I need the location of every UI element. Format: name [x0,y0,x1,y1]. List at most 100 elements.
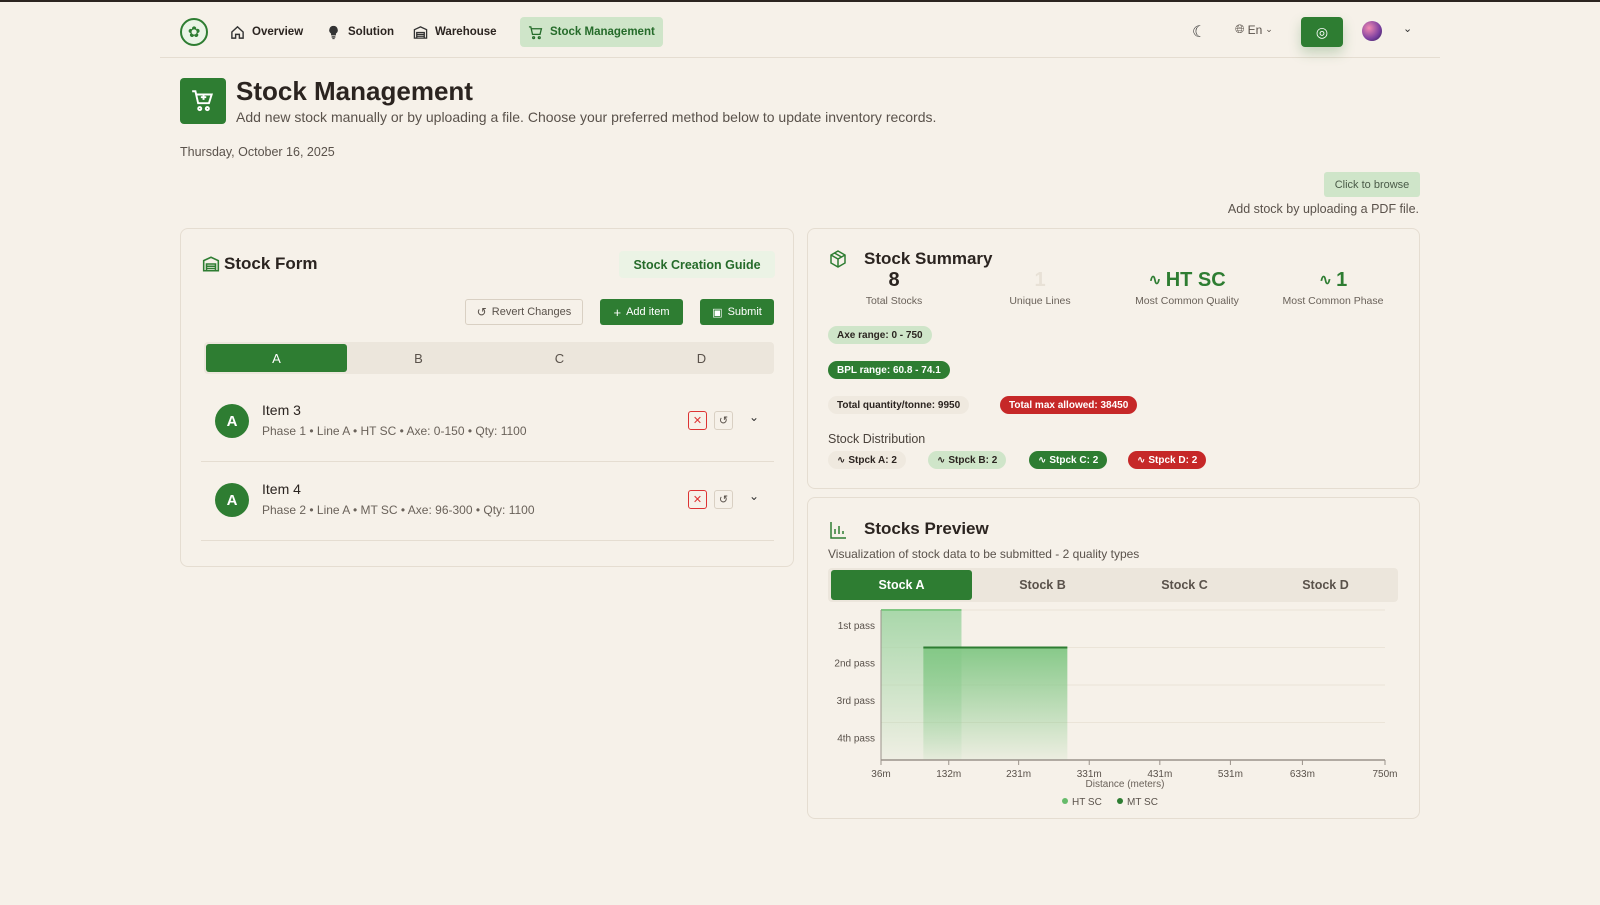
x-tick-label: 132m [936,769,961,780]
nav-overview-label: Overview [252,26,304,38]
stat-label: Total Stocks [865,295,923,307]
nav-warehouse-label: Warehouse [435,26,497,38]
distribution-text: Stpck A: 2 [848,454,897,466]
form-tab-b[interactable]: B [348,344,489,372]
bar-mt-sc [923,647,1068,760]
dark-mode-icon[interactable]: ☾ [1192,22,1206,42]
stat-common-quality: ∿ HT SC Most Common Quality [1114,267,1260,308]
x-tick-label: 531m [1218,769,1243,780]
preview-tab-stock-b[interactable]: Stock B [972,570,1113,600]
stat-value-wrap: ∿ HT SC [1114,267,1260,293]
stock-creation-guide-button[interactable]: Stock Creation Guide [619,251,775,278]
preview-tab-stock-c[interactable]: Stock C [1114,570,1255,600]
item-avatar: A [215,483,249,517]
activity-icon: ∿ [1038,454,1047,466]
y-tick-label: 1st pass [838,621,875,632]
legend-label: HT SC [1072,797,1102,808]
distribution-badge-b: ∿ Stpck B: 2 [928,451,1007,469]
current-date: Thursday, October 16, 2025 [180,145,335,159]
plus-icon: + [613,304,622,320]
cart-plus-icon [192,90,213,112]
globe-icon: 🌐︎ [1235,22,1245,36]
stat-value-wrap: ∿ 1 [1260,267,1406,293]
stock-form-card: Stock Form Stock Creation Guide ↺ Revert… [180,228,794,567]
undo-item-icon[interactable]: ↺ [714,411,733,430]
stocks-preview-card: Stocks Preview Visualization of stock da… [807,497,1420,819]
assistant-button[interactable]: ◎ [1301,17,1343,47]
warehouse-icon [413,25,428,39]
chevron-down-icon[interactable]: ⌄ [749,410,759,424]
legend-swatch [1117,798,1123,804]
upload-hint: Add stock by uploading a PDF file. [1227,202,1419,216]
add-item-button[interactable]: + Add item [600,299,683,325]
preview-tab-stock-d[interactable]: Stock D [1255,570,1396,600]
stat-common-phase: ∿ 1 Most Common Phase [1260,267,1406,308]
legend-swatch [1062,798,1068,804]
language-selector[interactable]: 🌐︎ En ⌄ [1235,22,1273,37]
y-tick-label: 3rd pass [837,696,875,707]
y-tick-label: 2nd pass [834,659,875,670]
activity-icon: ∿ [837,454,846,466]
distribution-badge-d: ∿ Stpck D: 2 [1128,451,1207,469]
nav-solution-label: Solution [348,26,394,38]
nav-stock-management[interactable]: Stock Management [520,17,663,47]
submit-button[interactable]: ▣ Submit [700,299,774,325]
distribution-text: Stpck D: 2 [1148,454,1198,466]
item-name: Item 4 [262,481,301,497]
palette-icon: ◎ [1315,23,1329,40]
stat-total-stocks: 8 Total Stocks [821,267,967,308]
form-tab-d[interactable]: D [631,344,772,372]
distribution-badge-c: ∿ Stpck C: 2 [1029,451,1108,469]
undo-item-icon[interactable]: ↺ [714,490,733,509]
nav-stock-management-label: Stock Management [550,26,655,38]
account-menu-chevron-icon[interactable]: ⌄ [1403,22,1412,35]
stat-label: Most Common Phase [1282,295,1384,307]
stocks-preview-title: Stocks Preview [864,519,989,538]
home-icon [231,25,244,39]
stocks-chart: 1st pass 2nd pass 3rd pass 4th pass 36m 132m 2… [834,609,1398,808]
user-avatar[interactable] [1362,21,1382,41]
x-tick-label: 750m [1372,769,1397,780]
axe-range-badge: Axe range: 0 - 750 [828,326,932,344]
language-label: En [1247,22,1263,37]
form-tab-c[interactable]: C [489,344,630,372]
form-tab-a[interactable]: A [206,344,347,372]
stat-label: Most Common Quality [1135,295,1239,307]
distribution-text: Stpck B: 2 [948,454,998,466]
delete-item-icon[interactable]: ✕ [688,411,707,430]
save-icon: ▣ [712,306,723,319]
distribution-text: Stpck C: 2 [1049,454,1099,466]
submit-label: Submit [727,306,762,318]
x-tick-label: 231m [1006,769,1031,780]
nav-overview[interactable]: Overview [222,17,311,47]
cart-icon [528,25,543,39]
chart-icon [830,522,846,539]
preview-tab-stock-a[interactable]: Stock A [831,570,972,600]
nav-solution[interactable]: Solution [318,17,402,47]
revert-changes-button[interactable]: ↺ Revert Changes [465,299,583,325]
delete-item-icon[interactable]: ✕ [688,490,707,509]
list-item[interactable]: A Item 4 Phase 2 • Line A • MT SC • Axe:… [201,462,774,541]
chevron-down-icon: ⌄ [1265,24,1273,34]
lightbulb-icon [329,25,338,39]
activity-icon: ∿ [1137,454,1146,466]
item-meta: Phase 1 • Line A • HT SC • Axe: 0-150 • … [262,424,527,438]
activity-icon: ∿ [937,454,946,466]
page-header-icon [180,78,226,124]
y-tick-label: 4th pass [837,734,875,745]
total-max-badge: Total max allowed: 38450 [1000,396,1138,414]
bpl-range-badge: BPL range: 60.8 - 74.1 [828,361,950,379]
x-tick-label: 633m [1290,769,1315,780]
package-icon [830,250,846,268]
undo-icon: ↺ [476,305,487,319]
logo-icon[interactable]: ✿ [180,18,208,46]
list-item[interactable]: A Item 3 Phase 1 • Line A • HT SC • Axe:… [201,383,774,462]
activity-icon: ∿ [1318,272,1333,289]
chevron-down-icon[interactable]: ⌄ [749,489,759,503]
item-avatar: A [215,404,249,438]
stat-unique-lines: 1 Unique Lines [967,267,1113,308]
stock-form-tabs: A B C D [204,342,774,374]
item-name: Item 3 [262,402,301,418]
nav-warehouse[interactable]: Warehouse [405,17,505,47]
browse-file-button[interactable]: Click to browse [1324,172,1420,197]
